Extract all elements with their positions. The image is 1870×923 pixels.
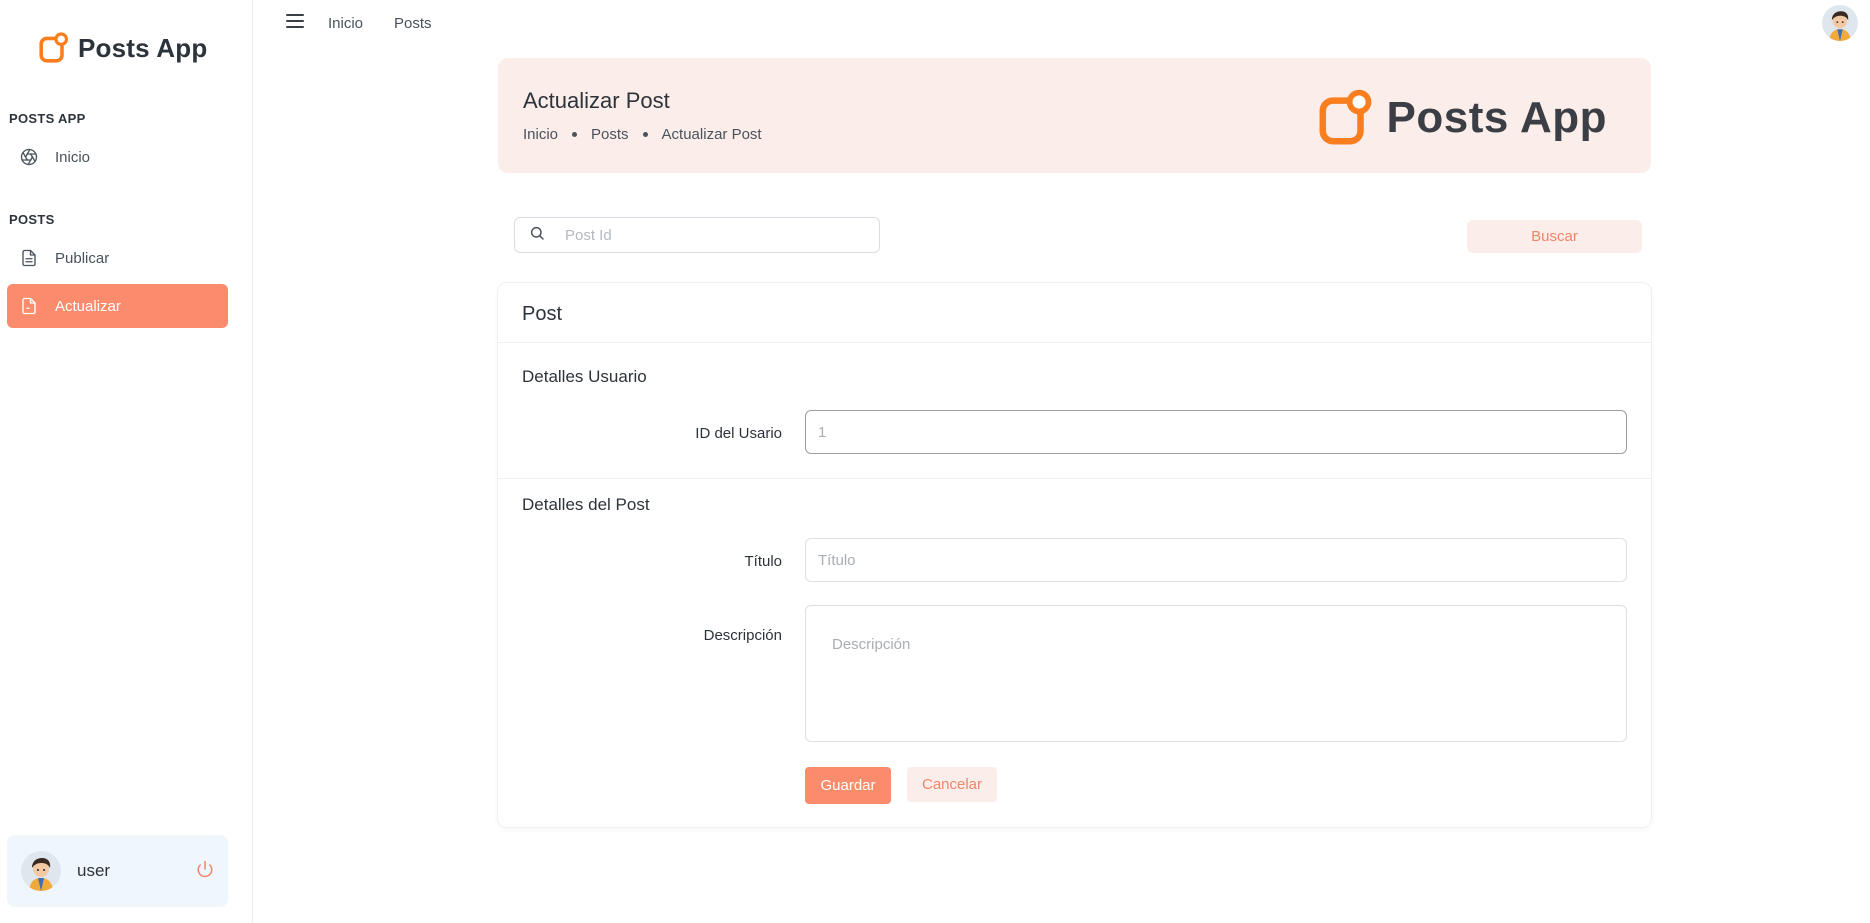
file-text-icon xyxy=(19,248,39,268)
cancel-button[interactable]: Cancelar xyxy=(907,767,997,802)
sidebar: Posts App POSTS APP Inicio POSTS Publica… xyxy=(0,0,253,923)
topbar: Inicio Posts xyxy=(253,0,1870,48)
banner-brand-logo: Posts App xyxy=(1317,88,1607,148)
user-id-label: ID del Usario xyxy=(695,425,782,442)
post-form-card: Post Detalles Usuario ID del Usario Deta… xyxy=(497,282,1652,828)
divider xyxy=(498,342,1651,343)
sidebar-section-posts: POSTS xyxy=(9,212,55,227)
breadcrumb-separator xyxy=(572,132,578,137)
save-button[interactable]: Guardar xyxy=(805,767,891,804)
banner-brand-name: Posts App xyxy=(1386,93,1607,142)
breadcrumb-item[interactable]: Inicio xyxy=(523,126,558,143)
sidebar-section-posts-app: POSTS APP xyxy=(9,111,86,126)
sidebar-item-publicar[interactable]: Publicar xyxy=(7,236,228,280)
sidebar-item-label: Inicio xyxy=(55,148,91,166)
power-icon[interactable] xyxy=(196,860,214,883)
file-edit-icon xyxy=(19,296,39,316)
page-title: Actualizar Post xyxy=(523,88,670,113)
brand-name: Posts App xyxy=(78,32,208,63)
page-header: Actualizar Post Inicio Posts Actualizar … xyxy=(498,58,1651,173)
description-label: Descripción xyxy=(703,627,782,644)
post-details-heading: Detalles del Post xyxy=(522,495,650,514)
topbar-link-posts[interactable]: Posts xyxy=(394,15,432,32)
aperture-icon xyxy=(19,147,39,167)
sidebar-item-label: Actualizar xyxy=(55,297,121,315)
divider xyxy=(498,478,1651,479)
topbar-link-inicio[interactable]: Inicio xyxy=(328,15,363,32)
breadcrumb-item[interactable]: Posts xyxy=(591,126,629,143)
app-logo-icon xyxy=(38,30,70,66)
user-id-field[interactable] xyxy=(805,410,1627,454)
sidebar-item-actualizar[interactable]: Actualizar xyxy=(7,284,228,328)
app-logo-icon xyxy=(1317,88,1375,148)
breadcrumb-item-current: Actualizar Post xyxy=(661,126,762,143)
breadcrumb: Inicio Posts Actualizar Post xyxy=(523,126,762,143)
breadcrumb-separator xyxy=(642,132,648,137)
sidebar-brand[interactable]: Posts App xyxy=(38,30,207,66)
search-button[interactable]: Buscar xyxy=(1467,220,1642,253)
search-icon xyxy=(529,225,545,246)
sidebar-item-inicio[interactable]: Inicio xyxy=(7,135,228,179)
post-id-search-input[interactable] xyxy=(565,226,865,244)
user-name: user xyxy=(77,861,111,880)
user-card: user xyxy=(7,835,228,907)
topbar-avatar[interactable] xyxy=(1822,5,1858,41)
search-box xyxy=(514,217,880,253)
sidebar-item-label: Publicar xyxy=(55,249,110,267)
user-details-heading: Detalles Usuario xyxy=(522,367,647,386)
title-label: Título xyxy=(744,553,782,570)
avatar[interactable] xyxy=(21,851,61,891)
description-field[interactable] xyxy=(805,605,1627,742)
title-field[interactable] xyxy=(805,538,1627,582)
card-title: Post xyxy=(522,303,563,325)
hamburger-icon[interactable] xyxy=(286,14,304,30)
